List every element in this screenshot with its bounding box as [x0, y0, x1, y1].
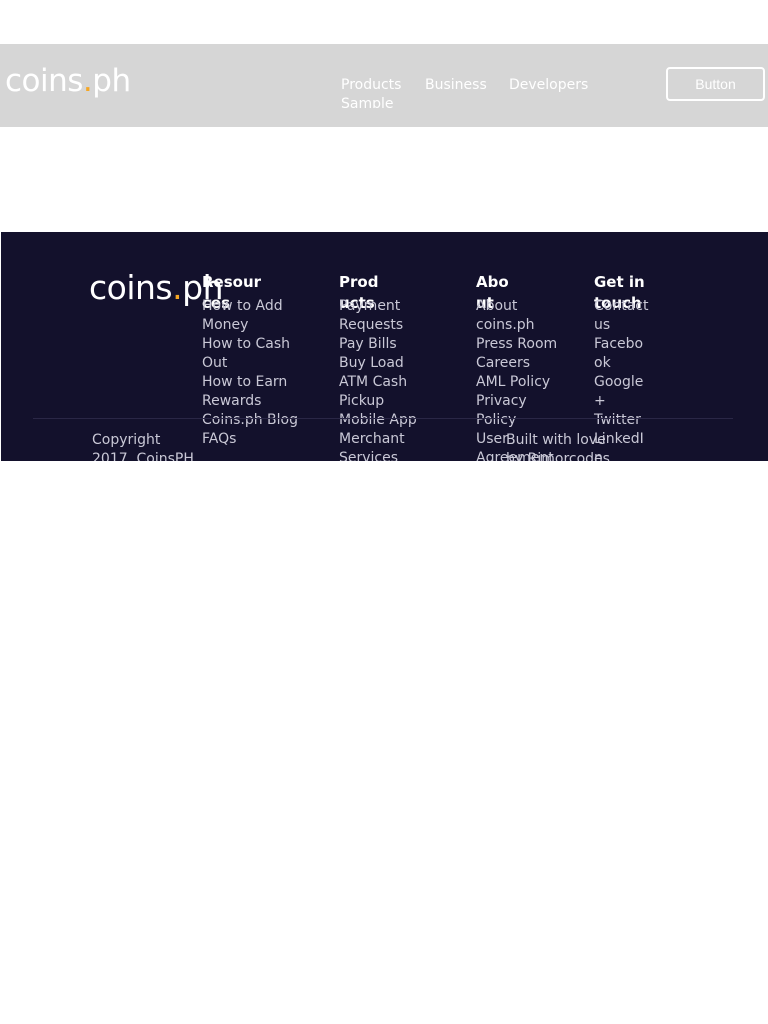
footer-link-facebook[interactable]: Facebook: [594, 335, 649, 373]
footer-link-careers[interactable]: Careers: [476, 354, 558, 373]
footer-logo-text: coins: [89, 268, 173, 307]
footer-link-twitter[interactable]: Twitter: [594, 411, 649, 430]
logo-text-tail: ph: [92, 63, 131, 99]
logo-dot: .: [82, 63, 93, 99]
nav-developers[interactable]: Developers: [509, 76, 588, 94]
coins-logo[interactable]: coins.ph: [5, 63, 131, 99]
footer-link-contact-us[interactable]: Contact us: [594, 297, 649, 335]
footer-link-aml-policy[interactable]: AML Policy: [476, 373, 558, 392]
copyright-text: Copyright 2017. CoinsPH: [92, 432, 194, 461]
footer-link-pay-bills[interactable]: Pay Bills: [339, 335, 419, 354]
nav-products[interactable]: Products: [341, 76, 401, 94]
footer-column-get-in-touch: Get in touch Contact us Facebook Google …: [594, 272, 649, 461]
footer-link-buy-load[interactable]: Buy Load: [339, 354, 419, 373]
footer-link-how-to-add-money[interactable]: How to Add Money: [202, 297, 298, 335]
logo-text: coins: [5, 63, 83, 99]
footer-link-atm-cash-pickup[interactable]: ATM Cash Pickup: [339, 373, 419, 411]
footer-link-how-to-cash-out[interactable]: How to Cash Out: [202, 335, 298, 373]
footer-link-mobile-app[interactable]: Mobile App: [339, 411, 419, 430]
header-button[interactable]: Button: [666, 67, 765, 101]
footer-link-merchant-services[interactable]: Merchant Services: [339, 430, 419, 461]
footer-logo-dot: .: [172, 268, 183, 307]
footer-column-products: Products Payment Requests Pay Bills Buy …: [339, 272, 419, 461]
built-by-text: Built with love by Rimorcodes Inc.: [506, 432, 610, 461]
footer-link-blog[interactable]: Coins.ph Blog: [202, 411, 298, 430]
nav-sub-sample[interactable]: Sample: [341, 95, 394, 108]
footer-link-press-room[interactable]: Press Room: [476, 335, 558, 354]
footer-column-about: About About coins.ph Press Room Careers …: [476, 272, 558, 461]
footer-divider: [33, 418, 733, 419]
nav-business[interactable]: Business: [425, 76, 487, 94]
footer-link-payment-requests[interactable]: Payment Requests: [339, 297, 419, 335]
footer-column-resources: Resources How to Add Money How to Cash O…: [202, 272, 298, 447]
footer-link-how-to-earn-rewards[interactable]: How to Earn Rewards: [202, 373, 298, 411]
footer: coins.ph Resources How to Add Money How …: [1, 232, 768, 461]
footer-link-google-plus[interactable]: Google +: [594, 373, 649, 411]
footer-link-faqs[interactable]: FAQs: [202, 430, 298, 449]
footer-link-about-coins[interactable]: About coins.ph: [476, 297, 558, 335]
footer-link-privacy-policy[interactable]: Privacy Policy: [476, 392, 558, 430]
